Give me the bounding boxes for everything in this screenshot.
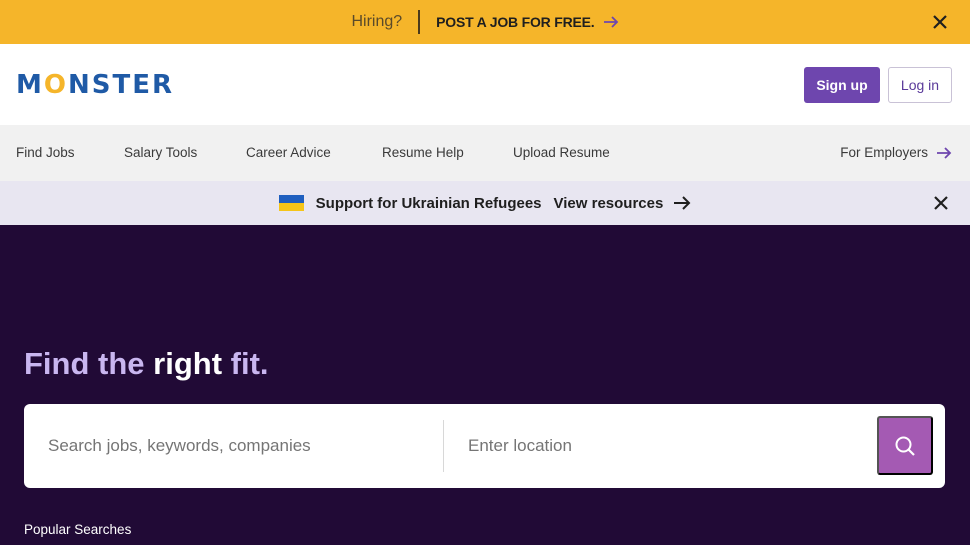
close-icon[interactable] [932,194,950,212]
hero-title-emphasis: right [153,346,223,381]
nav-upload-resume[interactable]: Upload Resume [513,145,610,160]
hero-title-part2: fit. [222,346,269,381]
nav-salary-tools[interactable]: Salary Tools [124,145,197,160]
hero-title-part1: Find the [24,346,154,381]
close-icon[interactable] [930,12,950,32]
view-resources-link[interactable]: View resources [554,195,692,212]
hiring-banner: Hiring? POST A JOB FOR FREE. [0,0,970,44]
arrow-right-icon [674,196,691,210]
post-job-link[interactable]: POST A JOB FOR FREE. [436,14,618,30]
location-input[interactable] [468,404,868,488]
arrow-right-icon [937,146,952,159]
job-search-form [24,404,945,488]
hiring-label: Hiring? [351,13,403,30]
search-icon [895,436,915,456]
nav-career-advice[interactable]: Career Advice [246,145,331,160]
hero-title: Find the right fit. [24,346,269,382]
view-resources-label: View resources [553,194,664,212]
nav-resume-help[interactable]: Resume Help [382,145,464,160]
monster-logo[interactable]: M O NSTER [16,70,174,100]
arrow-right-icon [603,16,618,28]
login-button[interactable]: Log in [888,67,952,103]
search-divider [443,420,444,472]
logo-letter-m: M [16,70,44,100]
popular-searches-heading: Popular Searches [24,522,132,537]
ukraine-banner: Support for Ukrainian Refugees View reso… [0,181,970,225]
keywords-input[interactable] [48,404,438,488]
ukraine-flag-icon [278,195,304,211]
logo-letters-rest: NSTER [67,70,174,100]
post-job-label: POST A JOB FOR FREE. [436,14,595,30]
for-employers-link[interactable]: For Employers [840,145,952,160]
ukraine-support-text: Support for Ukrainian Refugees [315,194,542,212]
banner-divider [418,10,421,34]
nav-find-jobs[interactable]: Find Jobs [16,145,75,160]
signup-button[interactable]: Sign up [804,67,880,103]
logo-letter-o: O [43,70,68,100]
for-employers-label: For Employers [840,145,928,160]
main-nav: Find Jobs Salary Tools Career Advice Res… [0,125,970,181]
site-header: M O NSTER Sign up Log in [0,44,970,125]
search-button[interactable] [877,416,933,475]
